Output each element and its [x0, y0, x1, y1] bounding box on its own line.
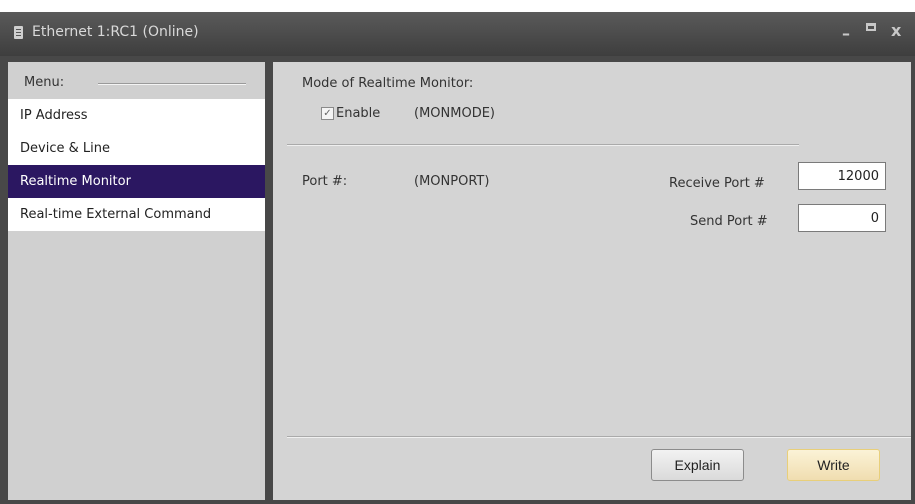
sidebar-item-realtime-monitor[interactable]: Realtime Monitor — [8, 165, 265, 198]
sidebar-item-realtime-external-command[interactable]: Real-time External Command — [8, 198, 265, 231]
monport-label: (MONPORT) — [414, 174, 490, 189]
menu-header: Menu: — [8, 62, 265, 98]
menu-separator — [98, 83, 246, 85]
top-strip — [0, 0, 915, 12]
write-button[interactable]: Write — [787, 449, 880, 481]
menu-list: IP Address Device & Line Realtime Monito… — [8, 99, 265, 231]
minimize-button[interactable]: – — [842, 24, 850, 43]
window-title: Ethernet 1:RC1 (Online) — [32, 24, 199, 40]
button-bar-divider — [287, 436, 911, 438]
sidebar: Menu: IP Address Device & Line Realtime … — [8, 62, 265, 500]
enable-label[interactable]: Enable — [336, 106, 380, 121]
send-port-input[interactable] — [798, 204, 886, 232]
menu-label: Menu: — [24, 75, 65, 90]
dialog-window: Ethernet 1:RC1 (Online) – x Menu: IP Add… — [0, 12, 915, 504]
explain-button[interactable]: Explain — [651, 449, 744, 481]
send-port-label: Send Port # — [690, 214, 768, 229]
close-button[interactable]: x — [891, 21, 901, 40]
monmode-label: (MONMODE) — [414, 106, 495, 121]
receive-port-input[interactable] — [798, 162, 886, 190]
section-title: Mode of Realtime Monitor: — [302, 76, 474, 91]
title-bar[interactable]: Ethernet 1:RC1 (Online) – x — [0, 12, 915, 56]
window-icon — [14, 26, 23, 39]
port-label: Port #: — [302, 174, 348, 189]
sidebar-item-device-line[interactable]: Device & Line — [8, 132, 265, 165]
window-right-border — [911, 62, 915, 500]
enable-checkbox-row[interactable]: ✓ Enable — [321, 106, 380, 121]
settings-panel: Mode of Realtime Monitor: ✓ Enable (MONM… — [273, 62, 911, 500]
receive-port-label: Receive Port # — [669, 176, 765, 191]
sidebar-item-ip-address[interactable]: IP Address — [8, 99, 265, 132]
section-divider — [287, 144, 799, 146]
enable-checkbox[interactable]: ✓ — [321, 107, 334, 120]
maximize-button[interactable] — [866, 23, 876, 31]
panel-splitter[interactable] — [265, 62, 273, 500]
